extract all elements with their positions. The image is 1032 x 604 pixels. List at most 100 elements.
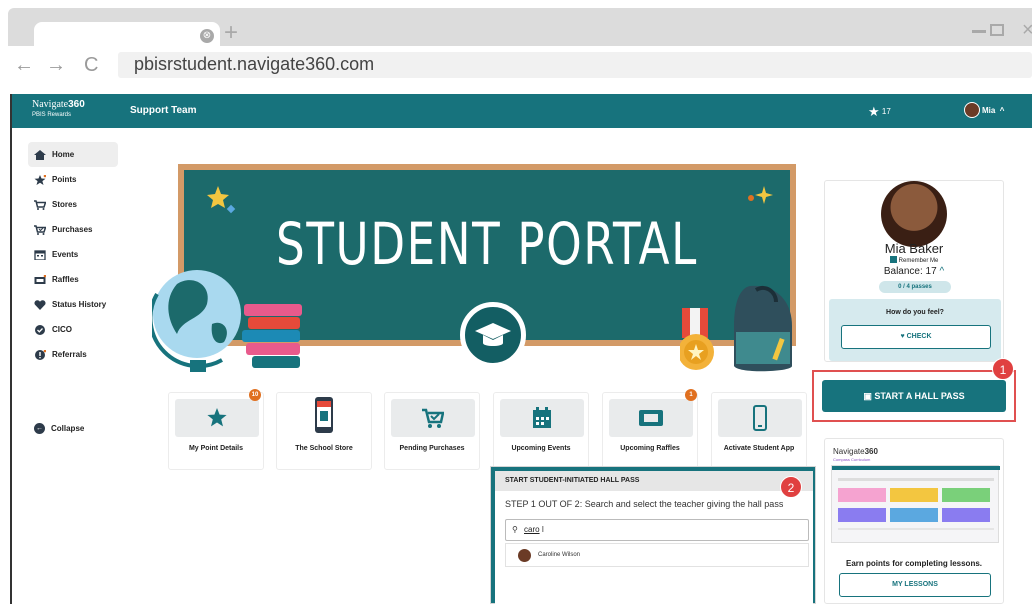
sidebar-item-referrals[interactable]: Referrals xyxy=(28,342,124,367)
check-circle-icon xyxy=(35,324,45,335)
tile-upcoming-events[interactable]: Upcoming Events xyxy=(493,392,589,470)
maximize-icon[interactable] xyxy=(990,24,1004,36)
browser-window: ⊗ + × ← → C pbisrstudent.navigate360.com… xyxy=(0,0,1032,604)
teacher-result-item[interactable]: Caroline Wilson xyxy=(505,543,809,567)
cart-check-icon xyxy=(422,408,444,428)
chevron-up-icon[interactable]: ^ xyxy=(939,266,944,277)
star-balance[interactable]: ★ 17 xyxy=(868,104,891,120)
my-lessons-button[interactable]: MY LESSONS xyxy=(839,573,991,597)
text-cursor-icon: I xyxy=(541,525,545,534)
profile-avatar xyxy=(881,181,947,247)
sidebar-item-label: CICO xyxy=(52,325,72,334)
profile-card: Mia Baker Remember Me Balance: 17 ^ 0 / … xyxy=(824,180,1004,362)
sidebar-item-label: Raffles xyxy=(52,275,79,284)
curriculum-preview-graphic xyxy=(832,466,1000,530)
modal-title: START STUDENT-INITIATED HALL PASS xyxy=(495,471,813,491)
sidebar-item-stores[interactable]: Stores xyxy=(28,192,124,217)
remember-me[interactable]: Remember Me xyxy=(825,256,1003,264)
tile-icon-box xyxy=(500,399,584,437)
arrow-left-icon: ← xyxy=(34,423,45,434)
sidebar-item-events[interactable]: Events xyxy=(28,242,124,267)
tile-icon-box xyxy=(391,399,475,437)
reload-icon[interactable]: C xyxy=(84,54,98,77)
user-menu[interactable]: Mia ^ xyxy=(964,102,1004,118)
remember-label: Remember Me xyxy=(898,258,939,264)
sidebar-item-purchases[interactable]: Purchases xyxy=(28,217,124,242)
calendar-icon xyxy=(533,407,551,428)
browser-tab[interactable] xyxy=(34,22,220,46)
star-icon xyxy=(34,174,46,185)
sidebar-item-points[interactable]: Points xyxy=(28,167,124,192)
avatar xyxy=(964,102,980,118)
phone-icon xyxy=(753,405,767,431)
lessons-brand-text: Navigate xyxy=(833,447,865,456)
feel-prompt: How do you feel? xyxy=(886,309,944,316)
check-button[interactable]: ♥ CHECK xyxy=(841,325,991,349)
url-text: pbisrstudent.navigate360.com xyxy=(134,54,375,74)
step-badge: 2 xyxy=(780,476,802,498)
sidebar-item-cico[interactable]: CICO xyxy=(28,317,124,342)
tile-the-school-store[interactable]: The School Store xyxy=(276,392,372,470)
tab-close-icon[interactable]: ⊗ xyxy=(200,29,214,43)
sidebar-item-raffles[interactable]: Raffles xyxy=(28,267,124,292)
home-icon xyxy=(34,149,46,160)
sidebar-item-label: Events xyxy=(52,250,79,259)
tile-icon-box xyxy=(609,399,693,437)
tile-my-point-details[interactable]: 10 My Point Details xyxy=(168,389,264,470)
curriculum-preview-image xyxy=(831,465,1000,543)
tile-label: My Point Details xyxy=(188,445,244,452)
backpack-and-medal-icon xyxy=(680,285,792,372)
heart-icon: ♥ xyxy=(900,333,905,340)
globe-and-books-icon xyxy=(152,270,302,372)
modal-body: STEP 1 OUT OF 2: Search and select the t… xyxy=(495,491,813,604)
browser-menu-icon[interactable]: ⋮ xyxy=(1028,56,1032,76)
teacher-search-input[interactable]: ⚲ caro I xyxy=(505,519,809,541)
step-badge: 1 xyxy=(992,358,1014,380)
collapse-label: Collapse xyxy=(51,424,85,433)
address-bar: ← → C pbisrstudent.navigate360.com ⋮ xyxy=(8,46,1032,84)
tab-bar: ⊗ + × xyxy=(8,8,1032,46)
sidebar-item-status-history[interactable]: Status History xyxy=(28,292,124,317)
back-icon[interactable]: ← xyxy=(14,54,34,77)
url-field[interactable]: pbisrstudent.navigate360.com xyxy=(118,52,1032,78)
tile-label: Activate Student App xyxy=(723,445,795,452)
tile-pending-purchases[interactable]: Pending Purchases xyxy=(384,392,480,470)
lessons-brand-bold: 360 xyxy=(864,447,878,456)
banner-title: STUDENT PORTAL xyxy=(276,210,698,278)
tile-icon-box xyxy=(175,399,259,437)
chevron-up-icon: ^ xyxy=(999,106,1005,115)
top-bar: Navigate360 PBIS Rewards Support Team ★ … xyxy=(12,94,1032,128)
logo[interactable]: Navigate360 xyxy=(32,99,85,110)
user-name: Mia xyxy=(982,106,996,115)
minimize-icon[interactable] xyxy=(972,30,986,33)
sidebar-item-label: Purchases xyxy=(52,225,93,234)
feelings-panel: How do you feel? ♥ CHECK xyxy=(829,299,1001,361)
tile-icon-box xyxy=(718,399,802,437)
checkbox-icon[interactable] xyxy=(889,256,897,263)
modal-step-text: STEP 1 OUT OF 2: Search and select the t… xyxy=(505,499,784,509)
sparkle-icon xyxy=(748,186,773,204)
tile-label: Pending Purchases xyxy=(399,445,465,452)
avatar xyxy=(518,549,531,562)
collapse-button[interactable]: ← Collapse xyxy=(34,423,84,434)
new-tab-icon[interactable]: + xyxy=(224,21,238,45)
tile-label: The School Store xyxy=(295,445,353,452)
cart-check-icon xyxy=(34,224,46,235)
close-window-icon[interactable]: × xyxy=(1022,19,1032,42)
heart-icon xyxy=(34,299,46,310)
lessons-text: Earn points for completing lessons. xyxy=(845,559,983,568)
app-area: Navigate360 PBIS Rewards Support Team ★ … xyxy=(10,94,1032,604)
tile-badge: 1 xyxy=(685,389,697,401)
sidebar-item-label: Status History xyxy=(52,300,107,309)
ticket-icon xyxy=(34,274,46,284)
forward-icon[interactable]: → xyxy=(46,54,66,77)
sidebar: Home Points Stores Purchases Events Raff… xyxy=(28,142,124,367)
sparkle-star-icon xyxy=(207,186,236,214)
start-hall-pass-button[interactable]: ▣ START A HALL PASS xyxy=(822,380,1006,412)
sidebar-item-label: Stores xyxy=(52,200,77,209)
tile-upcoming-raffles[interactable]: 1 Upcoming Raffles xyxy=(602,389,698,470)
tile-label: Upcoming Events xyxy=(511,445,571,452)
lessons-card: Navigate360 Compass Curriculum Earn poin… xyxy=(824,438,1004,604)
sidebar-item-home[interactable]: Home xyxy=(28,142,118,167)
tile-activate-student-app[interactable]: Activate Student App xyxy=(711,392,807,470)
